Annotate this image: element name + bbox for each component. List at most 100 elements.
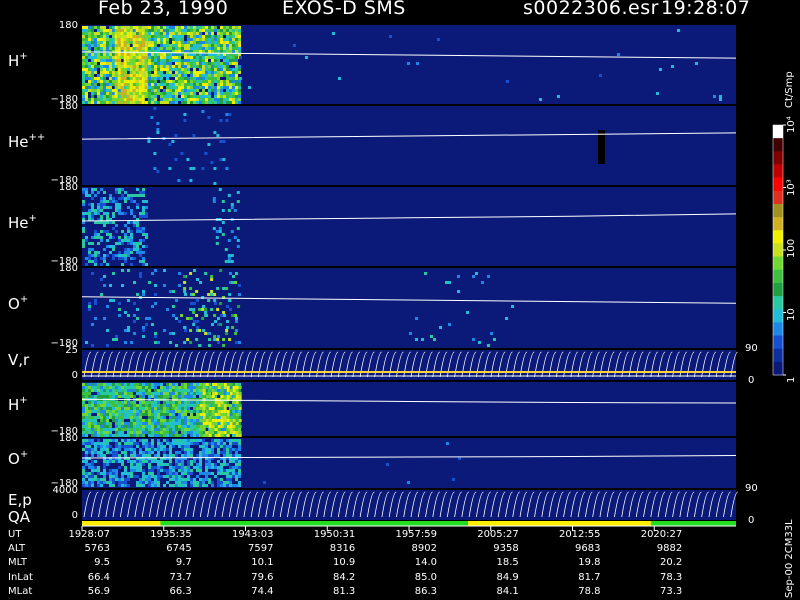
spectrogram-cell <box>181 68 184 71</box>
spectrogram-cell <box>219 323 223 326</box>
spectrogram-cell <box>109 395 112 398</box>
spectrogram-cell <box>211 44 214 47</box>
spectrogram-cell <box>103 53 106 56</box>
spectrogram-cell <box>82 71 85 74</box>
spectrogram-cell <box>97 254 100 257</box>
spectrogram-cell <box>192 308 196 311</box>
spectrogram-cell <box>124 401 127 404</box>
spectrogram-cell <box>88 254 91 257</box>
spectrogram-cell <box>100 386 103 389</box>
spectrogram-cell <box>82 203 85 206</box>
spectrogram-cell <box>175 422 178 425</box>
spectrogram-cell <box>112 481 115 484</box>
spectrogram-cell <box>130 194 133 197</box>
spectrogram-cell <box>157 65 160 68</box>
qa-segment-1 <box>82 521 161 526</box>
spectrogram-cell <box>190 442 193 445</box>
spectrogram-cell <box>144 95 148 98</box>
spectrogram-cell <box>214 101 217 104</box>
spectrogram-cell <box>219 269 223 272</box>
spectrogram-cell <box>166 439 169 442</box>
spectrogram-cell <box>109 478 112 481</box>
spectrogram-cell <box>181 425 184 428</box>
spectrogram-cell <box>202 442 205 445</box>
spectrogram-cell <box>163 419 166 422</box>
spectrogram-cell <box>106 463 109 466</box>
spectrogram-cell <box>178 77 181 80</box>
spectrogram-cell <box>232 32 235 35</box>
spectrogram-cell <box>106 329 109 332</box>
spectrogram-cell <box>220 41 223 44</box>
spectrogram-cell <box>187 428 190 431</box>
spectrogram-cell <box>208 442 211 445</box>
spectrogram-cell <box>202 26 205 29</box>
spectrogram-cell <box>91 71 94 74</box>
spectrogram-cell <box>100 47 103 50</box>
spectrogram-cell <box>229 71 232 74</box>
spectrogram-cell <box>226 68 229 71</box>
spectrogram-cell <box>208 98 211 101</box>
spectrogram-cell <box>217 341 220 344</box>
spectrogram-cell <box>202 419 206 422</box>
spectrogram-cell <box>172 442 175 445</box>
spectrogram-cell <box>142 460 145 463</box>
spectrogram-cell <box>94 47 97 50</box>
spectrogram-cell <box>91 95 94 98</box>
spectrogram-cell <box>103 454 106 457</box>
spectrogram-cell <box>160 47 163 50</box>
spectrogram-cell <box>235 475 238 478</box>
spectrogram-cell <box>235 98 238 101</box>
spectrogram-cell <box>223 404 227 407</box>
spectrogram-cell <box>229 29 232 32</box>
spectrogram-cell <box>121 475 124 478</box>
spectrogram-cell <box>94 389 97 392</box>
spectrogram-cell <box>169 44 172 47</box>
spectrogram-cell <box>109 484 112 487</box>
spectrogram-cell <box>151 83 154 86</box>
spectrogram-cell <box>187 77 190 80</box>
spectrogram-cell <box>136 434 139 437</box>
spectrogram-cell <box>126 80 130 83</box>
spectrogram-cell <box>220 65 223 68</box>
spectrogram-cell <box>136 59 139 62</box>
spectrogram-cell <box>97 484 100 487</box>
species-symbol: He <box>8 213 29 232</box>
spectrogram-cell <box>178 29 181 32</box>
spectrogram-cell <box>226 448 229 451</box>
spectrogram-cell <box>85 413 88 416</box>
spectrogram-cell <box>217 86 220 89</box>
spectrogram-cell <box>208 463 211 466</box>
spectrogram-cell <box>148 478 151 481</box>
spectrogram-cell <box>114 89 118 92</box>
spectrogram-cell <box>114 92 118 95</box>
spectrogram-cell <box>124 451 127 454</box>
spectrogram-cell <box>184 454 187 457</box>
spectrogram-cell <box>138 77 142 80</box>
spectrogram-cell <box>235 329 238 332</box>
spectrogram-cell <box>139 392 142 395</box>
spectrogram-cell <box>169 428 172 431</box>
spectrogram-cell <box>109 95 112 98</box>
spectrogram-cell <box>193 389 196 392</box>
spectrogram-cell <box>139 254 142 257</box>
spectrogram-cell <box>201 317 205 320</box>
spectrogram-cell <box>199 395 202 398</box>
spectrogram-cell <box>190 428 193 431</box>
spectrogram-cell <box>91 419 94 422</box>
spectrogram-cell <box>154 29 157 32</box>
spectrogram-cell <box>91 74 94 77</box>
spectrogram-cell <box>151 32 154 35</box>
spectrogram-cell <box>235 92 238 95</box>
spectrogram-cell <box>115 439 118 442</box>
spectrogram-cell <box>136 386 139 389</box>
spectrogram-cell <box>178 56 181 59</box>
spectrogram-cell <box>205 445 208 448</box>
spectrogram-cell <box>208 395 212 398</box>
spectrogram-cell <box>136 484 139 487</box>
spectrogram-cell <box>133 413 136 416</box>
spectrogram-cell <box>238 95 241 98</box>
spectrogram-cell <box>160 53 163 56</box>
spectrogram-cell <box>235 47 238 50</box>
spectrogram-cell <box>106 445 109 448</box>
spectrogram-cell <box>124 236 127 239</box>
